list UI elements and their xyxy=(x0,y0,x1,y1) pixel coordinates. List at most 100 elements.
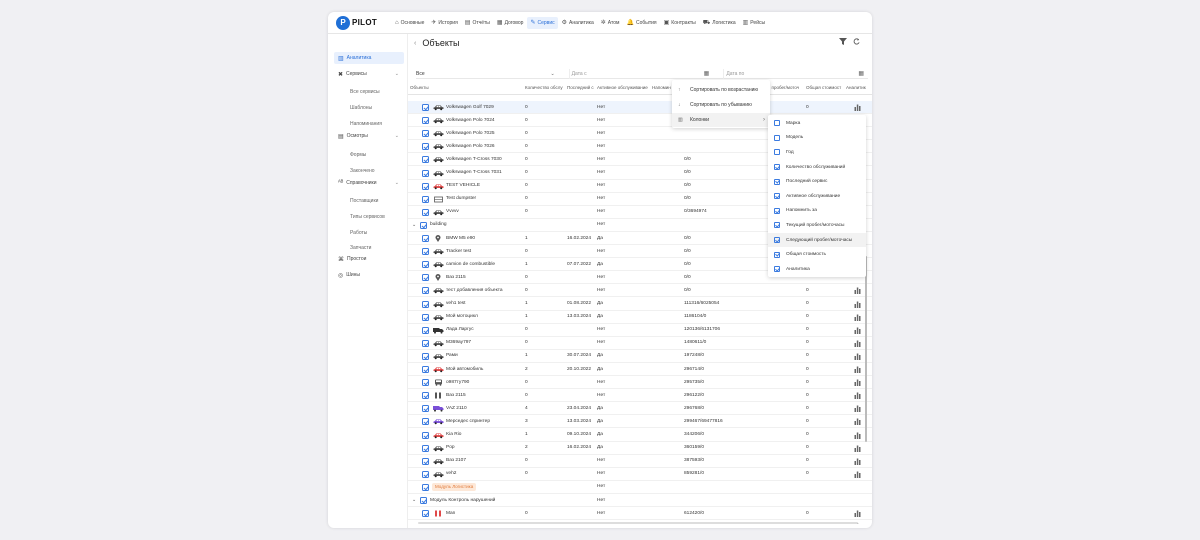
calendar-icon[interactable]: ▦ xyxy=(858,70,864,77)
column-header-1[interactable]: Количество обслу xyxy=(525,85,567,94)
analytics-icon[interactable] xyxy=(854,353,861,360)
nav-item-2[interactable]: ▤ Отчёты xyxy=(462,17,493,29)
analytics-icon[interactable] xyxy=(854,418,861,426)
analytics-icon[interactable] xyxy=(854,340,861,347)
column-checkbox[interactable] xyxy=(774,237,780,244)
table-row[interactable]: Мерседес спринтер 3 13.03.2024 Да 299467/694… xyxy=(408,415,872,429)
column-header-4[interactable]: Напомин xyxy=(652,85,674,94)
row-checkbox[interactable] xyxy=(422,379,429,387)
nav-item-3[interactable]: ▦ Договор xyxy=(494,17,527,29)
column-toggle-1[interactable]: Модель xyxy=(768,131,866,146)
column-toggle-10[interactable]: Аналитика xyxy=(768,262,866,277)
column-header-3[interactable]: Активное обслуживание xyxy=(597,85,650,94)
column-checkbox[interactable] xyxy=(774,251,780,258)
chevron-down-icon[interactable]: ⌄ xyxy=(412,497,416,503)
column-toggle-4[interactable]: Последний сервис xyxy=(768,174,866,189)
table-row[interactable]: Ваз 2107 0 Нет 387593/0 0 xyxy=(408,455,872,468)
horizontal-scrollbar[interactable] xyxy=(412,521,872,525)
nav-item-7[interactable]: 🔔 События xyxy=(623,17,659,29)
sidebar-subitem[interactable]: Поставщики xyxy=(350,198,378,204)
nav-item-6[interactable]: ✲ Атом xyxy=(598,17,623,29)
table-row[interactable]: Рами 1 30.07.2024 Да 197248/0 0 xyxy=(408,350,872,363)
column-toggle-5[interactable]: Активное обслуживание xyxy=(768,189,866,204)
analytics-icon[interactable] xyxy=(854,327,861,334)
row-checkbox[interactable] xyxy=(422,339,429,347)
column-header-2[interactable]: Последний с xyxy=(567,85,597,94)
sidebar-item-5[interactable]: ◎ Шины xyxy=(334,269,404,281)
column-checkbox[interactable] xyxy=(774,207,780,214)
row-checkbox[interactable] xyxy=(422,418,429,426)
column-header-8[interactable]: Общая стоимост xyxy=(806,85,844,94)
date-from-input[interactable]: Дата с ▦ xyxy=(568,68,714,79)
sidebar-item-4[interactable]: ⌘ Простои xyxy=(334,253,404,265)
analytics-icon[interactable] xyxy=(854,458,861,465)
calendar-icon[interactable]: ▦ xyxy=(704,70,710,77)
nav-item-9[interactable]: ⛟ Логистика xyxy=(700,17,739,29)
column-toggle-7[interactable]: Текущий пробег/моточасы xyxy=(768,218,866,233)
row-checkbox[interactable] xyxy=(422,169,429,177)
table-row[interactable]: VAZ 2110 4 23.04.2024 Да 296768/0 0 xyxy=(408,402,872,416)
chevron-down-icon[interactable]: ⌄ xyxy=(395,180,399,186)
sidebar-subitem[interactable]: Типы сервисов xyxy=(350,214,385,220)
sidebar-subitem[interactable]: Все сервисы xyxy=(350,89,380,95)
table-row[interactable]: ⌄ Модуль Контроль нарушений Нет xyxy=(408,494,872,507)
row-checkbox[interactable] xyxy=(422,156,429,164)
column-checkbox[interactable] xyxy=(774,266,780,273)
analytics-icon[interactable] xyxy=(854,301,861,308)
object-group-select[interactable]: Все ⌄ xyxy=(416,69,559,79)
column-toggle-6[interactable]: Напомнить за xyxy=(768,204,866,219)
row-checkbox[interactable] xyxy=(422,104,429,111)
table-row[interactable]: о987ту790 0 Нет 295735/0 0 xyxy=(408,376,872,390)
analytics-icon[interactable] xyxy=(854,432,861,439)
table-row[interactable]: veh2 0 Нет 859281/0 0 xyxy=(408,468,872,481)
sidebar-subitem[interactable]: Формы xyxy=(350,152,366,158)
row-checkbox[interactable] xyxy=(422,261,429,269)
analytics-icon[interactable] xyxy=(854,314,861,321)
sidebar-item-3[interactable]: ᴬᴮ Справочники ⌄ xyxy=(334,177,404,189)
table-row[interactable]: Мой мотоцикл 1 13.03.2024 Да 1186104/0 0 xyxy=(408,311,872,324)
sidebar-subitem[interactable]: Запчасти xyxy=(350,245,371,251)
horizontal-scrollbar-track[interactable] xyxy=(418,522,858,524)
sidebar-item-2[interactable]: ▤ Осмотры ⌄ xyxy=(334,130,404,142)
back-icon[interactable]: ‹ xyxy=(414,40,416,47)
table-row[interactable]: Kia Rio 1 09.10.2024 Да 344206/0 0 xyxy=(408,429,872,442)
row-checkbox[interactable] xyxy=(422,248,429,256)
row-checkbox[interactable] xyxy=(420,221,427,229)
nav-item-5[interactable]: ⚙ Аналитика xyxy=(559,17,597,29)
row-checkbox[interactable] xyxy=(422,143,429,151)
logo[interactable]: P PILOT xyxy=(336,15,392,30)
table-row[interactable]: Pop 2 16.02.2024 Да 360159/0 0 xyxy=(408,442,872,455)
row-checkbox[interactable] xyxy=(422,300,429,308)
filter-icon[interactable] xyxy=(839,38,847,47)
chevron-down-icon[interactable]: ⌄ xyxy=(395,71,399,77)
sidebar-subitem[interactable]: Работы xyxy=(350,230,367,236)
sidebar-subitem[interactable]: Закончено xyxy=(350,168,375,174)
column-checkbox[interactable] xyxy=(774,149,780,156)
analytics-icon[interactable] xyxy=(854,445,861,452)
analytics-icon[interactable] xyxy=(854,104,861,111)
table-row[interactable]: veh1 test 1 01.08.2022 Да 111316/6025054 0 xyxy=(408,298,872,311)
column-toggle-3[interactable]: Количество обслуживаний xyxy=(768,160,866,175)
analytics-icon[interactable] xyxy=(854,366,861,373)
row-checkbox[interactable] xyxy=(422,470,429,478)
analytics-icon[interactable] xyxy=(854,379,861,387)
sidebar-item-0[interactable]: ▥ Аналитика xyxy=(334,52,404,64)
column-header-0[interactable]: Объекты xyxy=(410,85,520,94)
table-row[interactable]: M369ay797 0 Нет 1480611/0 0 xyxy=(408,337,872,350)
column-toggle-8[interactable]: Следующий пробег/моточасы xyxy=(768,232,866,248)
row-checkbox[interactable] xyxy=(422,326,429,334)
column-checkbox[interactable] xyxy=(774,120,780,127)
sidebar-subitem[interactable]: Шаблоны xyxy=(350,105,372,111)
row-checkbox[interactable] xyxy=(422,313,429,321)
row-checkbox[interactable] xyxy=(422,510,429,518)
column-checkbox[interactable] xyxy=(774,134,780,141)
column-checkbox[interactable] xyxy=(774,193,780,200)
vertical-scrollbar[interactable] xyxy=(865,256,867,442)
table-row[interactable]: Man 0 Нет 612420/0 0 xyxy=(408,507,872,521)
row-checkbox[interactable] xyxy=(422,235,429,242)
row-checkbox[interactable] xyxy=(422,431,429,439)
row-checkbox[interactable] xyxy=(422,352,429,360)
refresh-icon[interactable] xyxy=(853,38,860,47)
table-row[interactable]: Мой автомобиль 2 20.10.2022 Да 296714/0 0 xyxy=(408,363,872,376)
analytics-icon[interactable] xyxy=(854,392,861,400)
